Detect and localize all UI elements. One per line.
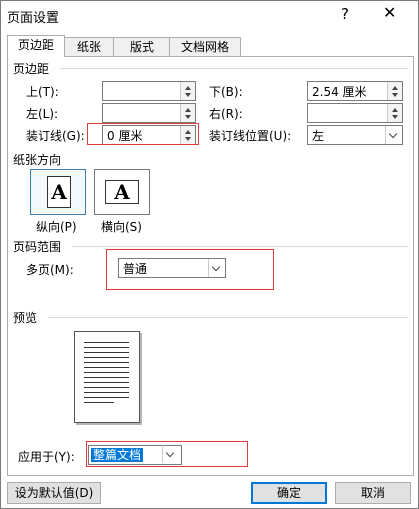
dropdown-arrow[interactable] [385, 126, 402, 144]
preview-line [84, 382, 129, 383]
portrait-button[interactable]: A [30, 169, 86, 215]
preview-line [84, 342, 129, 343]
gutter-position-select[interactable]: 左 [307, 125, 403, 145]
preview-line [84, 367, 129, 368]
top-margin-spinner[interactable] [102, 81, 196, 101]
portrait-page-icon: A [47, 176, 71, 208]
spin-arrows-icon[interactable] [387, 104, 402, 122]
gutter-label: 装订线(G): [26, 129, 85, 143]
preview-line [84, 392, 129, 393]
preview-line [84, 352, 129, 353]
spin-arrows-icon[interactable] [180, 82, 195, 100]
landscape-page-icon: A [105, 180, 139, 204]
preview-line [84, 402, 114, 403]
gutter-position-value: 左 [312, 129, 325, 143]
gutter-position-label: 装订线位置(U): [209, 129, 292, 143]
page-preview [74, 331, 140, 423]
spin-arrows-icon[interactable] [180, 104, 195, 122]
right-margin-label: 右(R): [209, 107, 243, 121]
preview-line [84, 357, 129, 358]
chevron-down-icon [388, 129, 398, 139]
left-margin-spinner[interactable] [102, 103, 196, 123]
gutter-highlight-box [87, 123, 199, 145]
preview-line [84, 387, 129, 388]
preview-section-title: 预览 [13, 311, 38, 325]
top-margin-label: 上(T): [26, 85, 59, 99]
margins-separator [60, 68, 408, 69]
margins-section-title: 页边距 [13, 62, 50, 76]
title-bar: 页面设置 ? ✕ [1, 1, 418, 31]
tab-paper[interactable]: 纸张 [63, 37, 115, 56]
pages-separator [72, 246, 408, 247]
preview-line [84, 377, 129, 378]
orientation-section-title: 纸张方向 [13, 153, 62, 167]
apply-highlight-box [86, 441, 248, 467]
tab-document-grid[interactable]: 文档网格 [169, 37, 241, 56]
preview-line [84, 362, 129, 363]
bottom-margin-spinner[interactable]: 2.54 厘米 [307, 81, 403, 101]
preview-line [84, 397, 129, 398]
pages-section-title: 页码范围 [13, 240, 62, 254]
bottom-margin-value: 2.54 厘米 [312, 85, 367, 99]
preview-separator [48, 317, 408, 318]
right-margin-spinner[interactable] [307, 103, 403, 123]
multiple-pages-label: 多页(M): [26, 263, 74, 277]
page-setup-dialog: 页面设置 ? ✕ 页边距 纸张 版式 文档网格 页边距 上(T): 下(B): … [0, 0, 419, 509]
landscape-label[interactable]: 横向(S) [101, 218, 142, 235]
left-margin-label: 左(L): [26, 107, 59, 121]
bottom-margin-label: 下(B): [209, 85, 243, 99]
close-button[interactable]: ✕ [383, 3, 396, 22]
landscape-button[interactable]: A [94, 169, 150, 215]
margins-panel: 页边距 上(T): 下(B): 2.54 厘米 左(L): 右(R): 装订线(… [7, 56, 414, 476]
pages-highlight-box [106, 249, 274, 290]
ok-button[interactable]: 确定 [251, 482, 327, 504]
spin-arrows-icon[interactable] [387, 82, 402, 100]
tab-layout[interactable]: 版式 [113, 37, 171, 56]
preview-line [84, 347, 129, 348]
set-default-button[interactable]: 设为默认值(D) [7, 482, 101, 504]
tab-margins[interactable]: 页边距 [7, 35, 65, 57]
cancel-button[interactable]: 取消 [335, 482, 411, 504]
preview-line [84, 372, 129, 373]
portrait-label[interactable]: 纵向(P) [36, 218, 77, 235]
help-button[interactable]: ? [341, 5, 349, 23]
apply-to-label: 应用于(Y): [18, 450, 75, 464]
dialog-title: 页面设置 [7, 11, 60, 26]
